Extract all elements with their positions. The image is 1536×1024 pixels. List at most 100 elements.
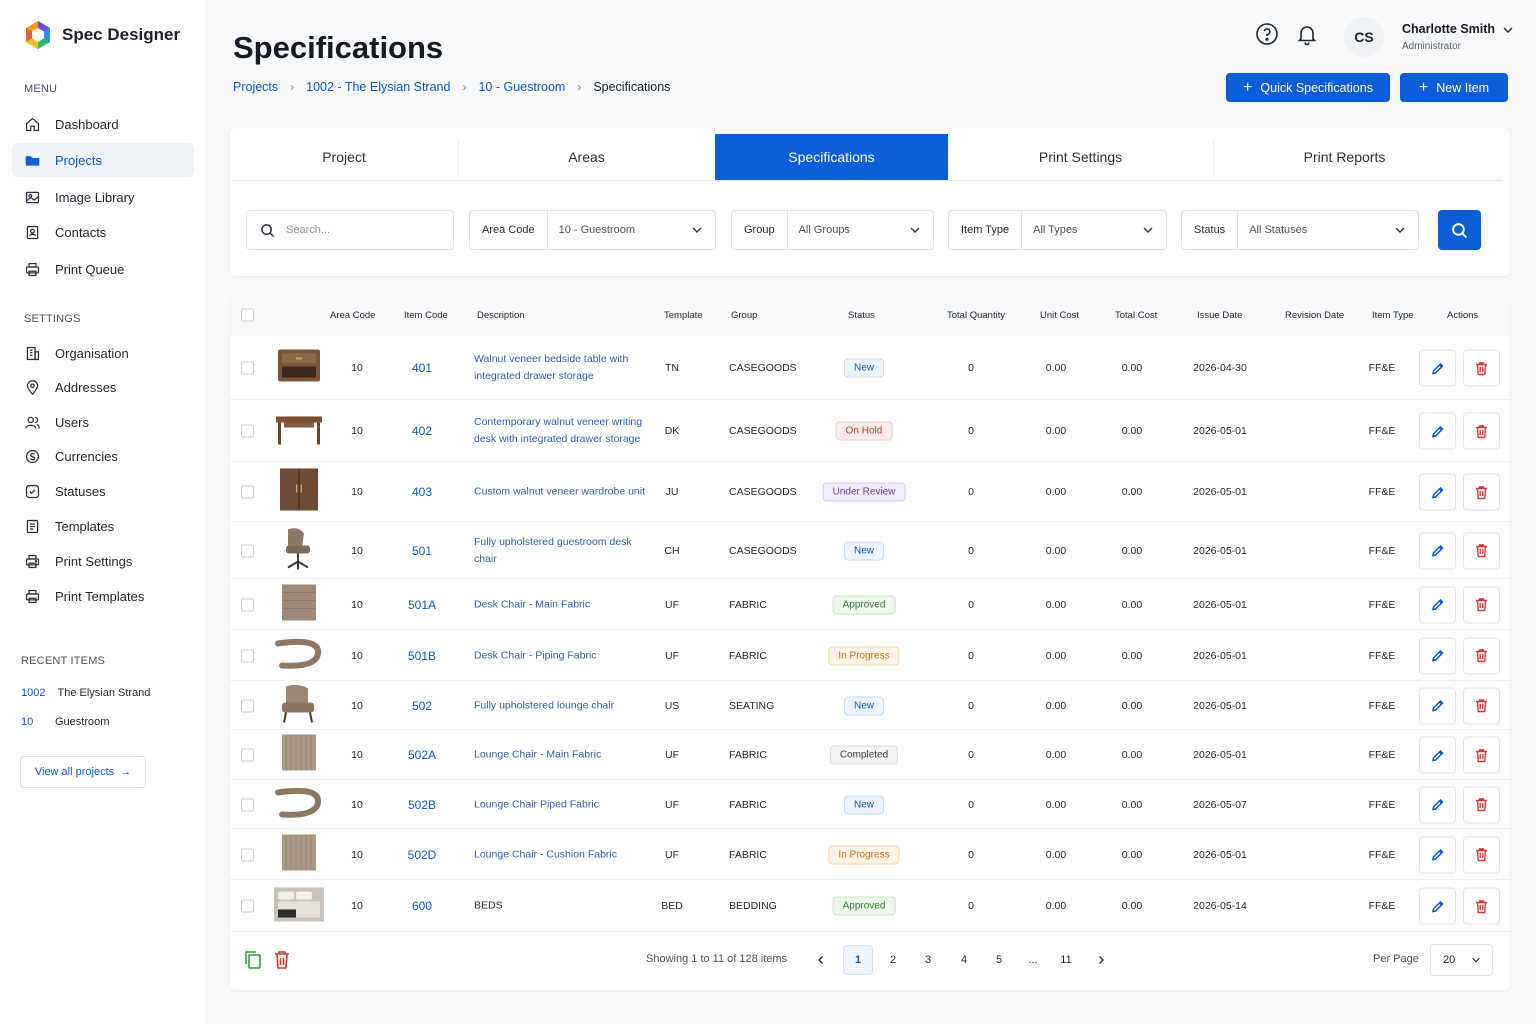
table-row[interactable]: 10 502D Lounge Chair - Cushion Fabric UF FAB… (230, 829, 1510, 880)
recent-item[interactable]: 10 Guestroom (21, 716, 109, 728)
item-code-link[interactable]: 502D (408, 848, 437, 862)
delete-button[interactable] (1463, 836, 1500, 873)
table-row[interactable]: 10 502A Lounge Chair - Main Fabric UF FABRIC… (230, 730, 1510, 780)
sidebar-item-contacts[interactable]: Contacts (12, 215, 194, 249)
brand[interactable]: Spec Designer (24, 20, 180, 50)
prev-page-button[interactable] (806, 945, 836, 975)
delete-button[interactable] (1463, 887, 1500, 925)
item-thumbnail[interactable] (274, 633, 324, 678)
search-input[interactable]: Search... (246, 210, 454, 250)
item-code-link[interactable]: 501B (408, 649, 436, 663)
tab-areas[interactable]: Areas (458, 134, 715, 180)
breadcrumb-area[interactable]: 10 - Guestroom (478, 80, 565, 94)
item-code-link[interactable]: 401 (412, 361, 432, 375)
sidebar-item-users[interactable]: Users (12, 405, 194, 439)
page-button[interactable]: 1 (843, 945, 873, 975)
table-row[interactable]: 10 402 Contemporary walnut veneer writing … (230, 400, 1510, 462)
row-checkbox[interactable] (241, 485, 254, 499)
chevron-down-icon[interactable] (1502, 24, 1514, 36)
table-row[interactable]: 10 501A Desk Chair - Main Fabric UF FABRIC Ap… (230, 579, 1510, 630)
column-header[interactable]: Total Cost (1115, 310, 1157, 321)
item-thumbnail[interactable] (274, 346, 324, 391)
item-code-link[interactable]: 501A (408, 598, 436, 612)
row-checkbox[interactable] (241, 424, 254, 438)
edit-button[interactable] (1419, 349, 1456, 387)
item-code-link[interactable]: 502 (412, 699, 432, 713)
item-thumbnail[interactable] (274, 884, 324, 929)
item-thumbnail[interactable] (274, 680, 324, 731)
column-header[interactable]: Unit Cost (1040, 310, 1079, 321)
item-type-select[interactable]: Item Type All Types (948, 210, 1167, 250)
page-button[interactable]: 4 (949, 945, 979, 975)
column-header[interactable]: Area Code (330, 310, 375, 321)
page-button[interactable]: 3 (913, 945, 943, 975)
item-code-link[interactable]: 502B (408, 798, 436, 812)
item-thumbnail[interactable] (274, 582, 324, 627)
item-thumbnail[interactable] (274, 733, 324, 778)
edit-button[interactable] (1419, 687, 1456, 724)
edit-button[interactable] (1419, 532, 1456, 569)
delete-button[interactable] (1463, 473, 1500, 511)
sidebar-item-organisation[interactable]: Organisation (12, 336, 194, 370)
search-button[interactable] (1438, 210, 1481, 250)
column-header[interactable]: Total Quantity (947, 310, 1005, 321)
item-code-link[interactable]: 403 (412, 485, 432, 499)
page-button[interactable]: 11 (1051, 945, 1081, 975)
row-checkbox[interactable] (241, 848, 254, 861)
per-page-select[interactable]: 20 (1430, 944, 1493, 976)
item-code-link[interactable]: 402 (412, 424, 432, 438)
sidebar-item-templates[interactable]: Templates (12, 509, 194, 543)
row-checkbox[interactable] (241, 699, 254, 712)
sidebar-item-image-library[interactable]: Image Library (12, 180, 194, 214)
user-name[interactable]: Charlotte Smith (1402, 22, 1495, 36)
sidebar-item-dashboard[interactable]: Dashboard (12, 107, 194, 141)
tab-project[interactable]: Project (230, 134, 458, 180)
row-checkbox[interactable] (241, 598, 254, 611)
edit-button[interactable] (1419, 586, 1456, 623)
avatar[interactable]: CS (1344, 17, 1384, 57)
item-thumbnail[interactable] (274, 832, 324, 877)
edit-button[interactable] (1419, 736, 1456, 774)
select-all-checkbox[interactable] (241, 308, 254, 322)
item-thumbnail[interactable] (274, 525, 324, 576)
column-header[interactable]: Template (664, 310, 703, 321)
tab-print-reports[interactable]: Print Reports (1213, 134, 1476, 180)
sidebar-item-statuses[interactable]: Statuses (12, 474, 194, 508)
column-header[interactable]: Item Type (1372, 310, 1414, 321)
column-header[interactable]: Group (731, 310, 757, 321)
delete-button[interactable] (1463, 532, 1500, 569)
table-row[interactable]: 10 403 Custom walnut veneer wardrobe unit J… (230, 462, 1510, 522)
delete-button[interactable] (1463, 637, 1500, 674)
sidebar-item-projects[interactable]: Projects (12, 143, 194, 177)
table-row[interactable]: 10 502 Fully upholstered lounge chair US SEA… (230, 681, 1510, 730)
breadcrumb-project[interactable]: 1002 - The Elysian Strand (306, 80, 450, 94)
page-button[interactable]: 5 (984, 945, 1014, 975)
delete-button[interactable] (1463, 412, 1500, 450)
delete-button[interactable] (1463, 736, 1500, 774)
table-row[interactable]: 10 501 Fully upholstered guestroom desk ch… (230, 522, 1510, 579)
recent-item[interactable]: 1002 The Elysian Strand (21, 687, 150, 699)
column-header[interactable]: Item Code (404, 310, 448, 321)
item-code-link[interactable]: 501 (412, 544, 432, 558)
group-select[interactable]: Group All Groups (731, 210, 934, 250)
help-icon[interactable] (1255, 22, 1279, 46)
table-row[interactable]: 10 502B Lounge Chair Piped Fabric UF FABRIC N… (230, 780, 1510, 829)
status-select[interactable]: Status All Statuses (1181, 210, 1419, 250)
copy-icon[interactable] (244, 950, 262, 970)
item-thumbnail[interactable] (274, 409, 324, 454)
delete-button[interactable] (1463, 586, 1500, 623)
edit-button[interactable] (1419, 637, 1456, 674)
delete-button[interactable] (1463, 786, 1500, 823)
bell-icon[interactable] (1295, 22, 1319, 46)
page-button[interactable]: 2 (878, 945, 908, 975)
sidebar-item-currencies[interactable]: Currencies (12, 439, 194, 473)
sidebar-item-print-settings[interactable]: Print Settings (12, 544, 194, 578)
tab-print-settings[interactable]: Print Settings (948, 134, 1213, 180)
row-checkbox[interactable] (241, 361, 254, 375)
column-header[interactable]: Revision Date (1285, 310, 1344, 321)
table-row[interactable]: 10 501B Desk Chair - Piping Fabric UF FABRIC… (230, 630, 1510, 681)
tab-specifications[interactable]: Specifications (715, 134, 948, 180)
row-checkbox[interactable] (241, 899, 254, 913)
table-row[interactable]: 10 401 Walnut veneer bedside table with in… (230, 336, 1510, 400)
breadcrumb-projects[interactable]: Projects (233, 80, 278, 94)
